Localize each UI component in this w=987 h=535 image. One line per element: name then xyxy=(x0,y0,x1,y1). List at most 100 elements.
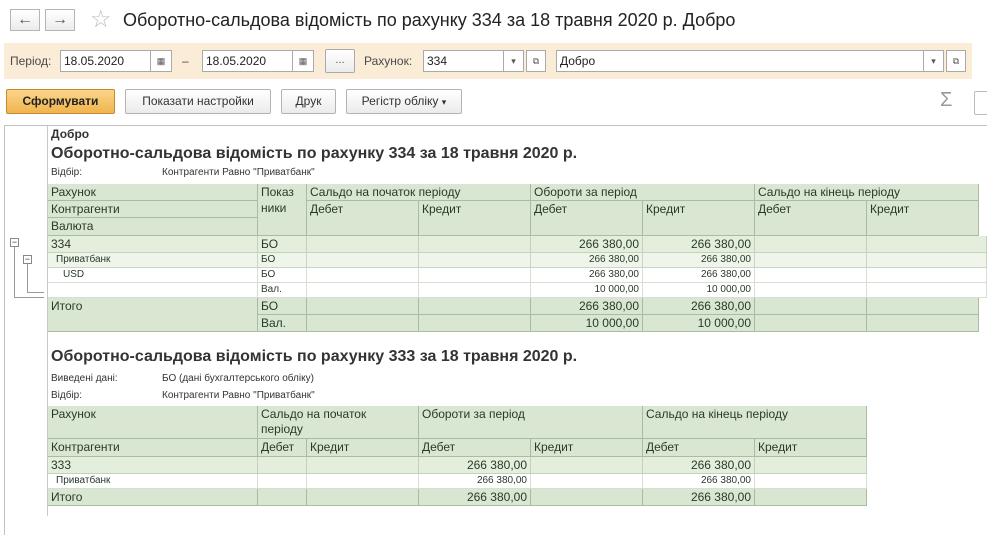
r1-row4-turnover-debit[interactable]: 10 000,00 xyxy=(531,283,643,298)
sum-field[interactable] xyxy=(974,91,987,115)
r2-hdr-turnover: Обороти за період xyxy=(419,406,643,439)
report2-data-value: БО (дані бухгалтерського обліку) xyxy=(162,373,314,384)
r1-row1-opening-debit xyxy=(307,236,419,253)
r1-total-turnover-debit-1[interactable]: 266 380,00 xyxy=(531,298,643,315)
report-border-top xyxy=(4,125,987,126)
tree-line xyxy=(14,247,15,297)
r1-row1-turnover-credit[interactable]: 266 380,00 xyxy=(643,236,755,253)
sigma-icon[interactable]: Σ xyxy=(940,89,952,112)
back-button[interactable]: ← xyxy=(10,9,40,31)
r1-hdr-account: Рахунок xyxy=(48,184,258,201)
r1-hdr-currency: Валюта xyxy=(48,218,258,236)
r1-row4-turnover-credit[interactable]: 10 000,00 xyxy=(643,283,755,298)
r1-total-opening-debit-2 xyxy=(307,315,419,332)
r1-hdr-turnover-debit: Дебет xyxy=(531,201,643,236)
r2-row2-closing-credit xyxy=(755,474,867,489)
favorite-star-icon[interactable]: ☆ xyxy=(90,7,112,33)
arrow-right-icon: → xyxy=(52,11,68,28)
r1-row3-name[interactable]: USD xyxy=(48,268,258,283)
forward-button[interactable]: → xyxy=(45,9,75,31)
r1-row4-closing-credit xyxy=(867,283,987,298)
r1-row3-turnover-credit[interactable]: 266 380,00 xyxy=(643,268,755,283)
tree-line xyxy=(14,297,44,298)
r1-row2-turnover-credit[interactable]: 266 380,00 xyxy=(643,253,755,268)
account-field[interactable]: 334 xyxy=(423,50,504,72)
register-button[interactable]: Регістр обліку ▾ xyxy=(346,89,462,114)
r1-hdr-closing-credit: Кредит xyxy=(867,201,979,236)
r1-row1-opening-credit xyxy=(419,236,531,253)
report2-filter-label: Відбір: xyxy=(51,390,83,401)
r2-row2-name[interactable]: Приватбанк xyxy=(48,474,258,489)
r1-row2-indicator: БО xyxy=(258,253,307,268)
r1-row1-turnover-debit[interactable]: 266 380,00 xyxy=(531,236,643,253)
period-select-button[interactable]: ... xyxy=(325,49,355,73)
r2-hdr-contractors: Контрагенти xyxy=(48,439,258,457)
calendar-from-button[interactable]: ▦ xyxy=(150,50,172,72)
r1-row4-name xyxy=(48,283,258,298)
r2-row2-turnover-debit[interactable]: 266 380,00 xyxy=(419,474,531,489)
account-open-button[interactable]: ⧉ xyxy=(526,50,546,72)
chevron-down-icon: ▾ xyxy=(931,56,936,66)
tree-line xyxy=(27,292,44,293)
r1-total-closing-debit-1 xyxy=(755,298,867,315)
date-from-field[interactable]: 18.05.2020 xyxy=(60,50,151,72)
r2-total-closing-debit[interactable]: 266 380,00 xyxy=(643,489,755,506)
generate-button[interactable]: Сформувати xyxy=(6,89,115,114)
r1-row2-opening-debit xyxy=(307,253,419,268)
r1-total-closing-debit-2 xyxy=(755,315,867,332)
arrow-left-icon: ← xyxy=(17,11,33,28)
r2-total-turnover-credit xyxy=(531,489,643,506)
r1-hdr-opening-credit: Кредит xyxy=(419,201,531,236)
r1-row3-opening-debit xyxy=(307,268,419,283)
r1-row1-closing-credit xyxy=(867,236,987,253)
report1-filter-value: Контрагенти Равно "Приватбанк" xyxy=(162,167,315,178)
r1-row3-turnover-debit[interactable]: 266 380,00 xyxy=(531,268,643,283)
r2-row1-closing-credit xyxy=(755,457,867,474)
r1-total-opening-credit-2 xyxy=(419,315,531,332)
r1-hdr-contractors: Контрагенти xyxy=(48,201,258,218)
r2-row1-turnover-debit[interactable]: 266 380,00 xyxy=(419,457,531,474)
date-to-field[interactable]: 18.05.2020 xyxy=(202,50,293,72)
r2-hdr-turnover-credit: Кредит xyxy=(531,439,643,457)
collapse-group-icon[interactable]: − xyxy=(23,255,32,264)
r2-row1-name[interactable]: 333 xyxy=(48,457,258,474)
r1-row1-indicator: БО xyxy=(258,236,307,253)
r2-row1-opening-debit xyxy=(258,457,307,474)
calendar-to-button[interactable]: ▦ xyxy=(292,50,314,72)
account-label: Рахунок: xyxy=(364,54,413,68)
r1-row1-closing-debit xyxy=(755,236,867,253)
r1-row1-name[interactable]: 334 xyxy=(48,236,258,253)
report2-data-label: Виведені дані: xyxy=(51,373,118,384)
show-settings-button[interactable]: Показати настройки xyxy=(125,89,271,114)
r2-hdr-closing-credit: Кредит xyxy=(755,439,867,457)
organization-dropdown-button[interactable]: ▾ xyxy=(923,50,944,72)
report-border-left xyxy=(4,125,5,535)
period-label: Період: xyxy=(10,54,52,68)
r1-hdr-closing-debit: Дебет xyxy=(755,201,867,236)
r1-total-opening-credit-1 xyxy=(419,298,531,315)
r1-total-label: Итого xyxy=(48,298,258,332)
r1-total-turnover-debit-2[interactable]: 10 000,00 xyxy=(531,315,643,332)
r2-row2-closing-debit[interactable]: 266 380,00 xyxy=(643,474,755,489)
window-title: Оборотно-сальдова відомість по рахунку 3… xyxy=(123,10,736,30)
r1-row2-name[interactable]: Приватбанк xyxy=(48,253,258,268)
r1-total-turnover-credit-1[interactable]: 266 380,00 xyxy=(643,298,755,315)
r1-row2-closing-debit xyxy=(755,253,867,268)
r2-row1-closing-debit[interactable]: 266 380,00 xyxy=(643,457,755,474)
r1-total-indicator-1: БО xyxy=(258,298,307,315)
r2-hdr-opening-line2: періоду xyxy=(261,422,303,436)
organization-field[interactable]: Добро xyxy=(556,50,924,72)
report2-filter-value: Контрагенти Равно "Приватбанк" xyxy=(162,390,315,401)
calendar-icon: ▦ xyxy=(298,56,308,66)
r1-row2-turnover-debit[interactable]: 266 380,00 xyxy=(531,253,643,268)
r1-total-closing-credit-1 xyxy=(867,298,979,315)
collapse-group-icon[interactable]: − xyxy=(10,238,19,247)
r2-total-turnover-debit[interactable]: 266 380,00 xyxy=(419,489,531,506)
r1-hdr-opening-debit: Дебет xyxy=(307,201,419,236)
account-dropdown-button[interactable]: ▾ xyxy=(503,50,524,72)
r1-row4-indicator: Вал. xyxy=(258,283,307,298)
print-button[interactable]: Друк xyxy=(281,89,336,114)
organization-open-button[interactable]: ⧉ xyxy=(946,50,966,72)
r1-row3-opening-credit xyxy=(419,268,531,283)
r1-total-turnover-credit-2[interactable]: 10 000,00 xyxy=(643,315,755,332)
